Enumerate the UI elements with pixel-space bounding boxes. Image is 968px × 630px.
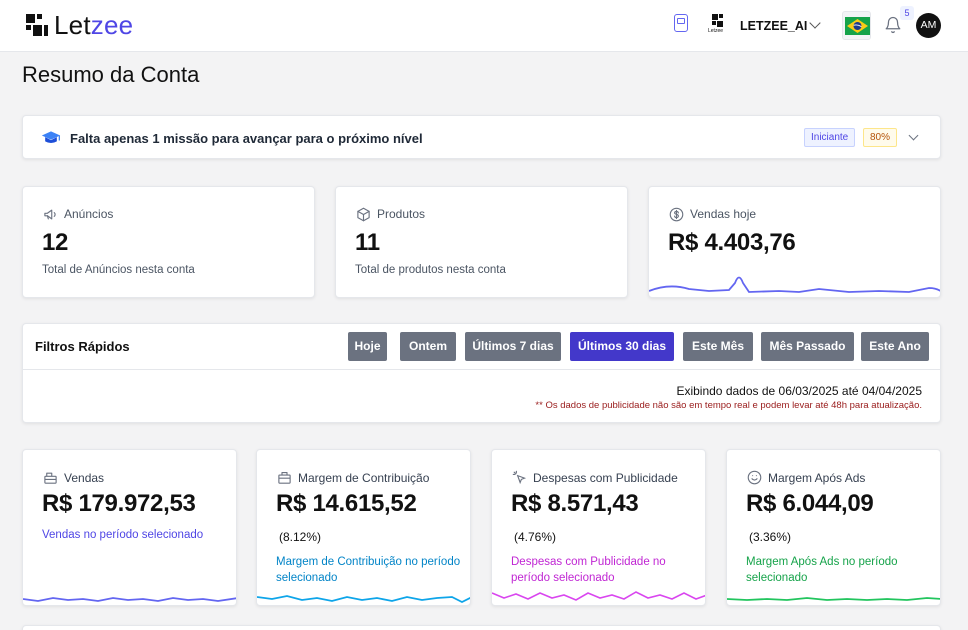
- stat-value: 12: [42, 229, 69, 256]
- chevron-down-icon[interactable]: [809, 17, 821, 29]
- stat-description: Total de produtos nesta conta: [355, 264, 506, 276]
- click-icon: [512, 470, 527, 485]
- metric-description: Margem de Contribuição no período seleci…: [276, 556, 461, 584]
- vendas-sparkline: [23, 597, 236, 602]
- stat-description: Total de Anúncios nesta conta: [42, 264, 195, 276]
- mission-progress-bar[interactable]: Falta apenas 1 missão para avançar para …: [22, 115, 941, 159]
- brand-logo[interactable]: Letzee: [26, 12, 133, 38]
- brand-name: Letzee: [54, 10, 134, 40]
- metric-label: Margem de Contribuição: [298, 471, 430, 485]
- quick-filters-panel: Filtros Rápidos Hoje Ontem Últimos 7 dia…: [22, 323, 941, 423]
- top-bar: Letzee Letzee LETZEE_AI 5 AM: [0, 0, 968, 52]
- metric-card-vendas: Vendas R$ 179.972,53 Vendas no período s…: [22, 449, 237, 606]
- stat-card-vendas-hoje: Vendas hoje R$ 4.403,76: [648, 186, 941, 298]
- next-section-card: [22, 625, 941, 630]
- metric-card-despesas-publicidade: Despesas com Publicidade R$ 8.571,43 (4.…: [491, 449, 706, 606]
- stat-card-produtos: Produtos 11 Total de produtos nesta cont…: [335, 186, 628, 298]
- mission-text: Falta apenas 1 missão para avançar para …: [70, 131, 423, 146]
- metric-label: Despesas com Publicidade: [533, 471, 678, 485]
- divider: [23, 369, 940, 370]
- smile-icon: [747, 470, 762, 485]
- stat-label: Produtos: [377, 207, 426, 221]
- margem-contribuicao-sparkline: [257, 595, 470, 604]
- metric-description: Margem Após Ads no período selecionado: [746, 556, 898, 584]
- document-icon[interactable]: [674, 14, 688, 32]
- language-selector[interactable]: [842, 11, 871, 40]
- stat-label: Vendas hoje: [690, 207, 757, 221]
- stat-label: Anúncios: [64, 207, 114, 221]
- filter-ontem-button[interactable]: Ontem: [400, 332, 456, 361]
- metric-percentage: (8.12%): [279, 530, 322, 544]
- metric-description: Vendas no período selecionado: [42, 529, 204, 541]
- metric-card-margem-contribuicao: Margem de Contribuição R$ 14.615,52 (8.1…: [256, 449, 471, 606]
- graduation-cap-icon: [41, 131, 61, 143]
- metric-value: R$ 6.044,09: [746, 490, 874, 517]
- brazil-flag-icon: [845, 17, 870, 35]
- quick-filters-title: Filtros Rápidos: [35, 339, 130, 354]
- level-badge: Iniciante: [804, 128, 856, 147]
- filter-30-days-button[interactable]: Últimos 30 dias: [570, 332, 674, 361]
- bell-icon[interactable]: [884, 16, 902, 34]
- margem-apos-ads-sparkline: [727, 597, 940, 601]
- cash-register-icon: [44, 472, 57, 484]
- metric-percentage: (3.36%): [749, 530, 792, 544]
- account-logo[interactable]: Letzee: [708, 14, 730, 36]
- stat-card-anuncios: Anúncios 12 Total de Anúncios nesta cont…: [22, 186, 315, 298]
- metric-label: Vendas: [64, 471, 105, 485]
- metric-card-margem-apos-ads: Margem Após Ads R$ 6.044,09 (3.36%) Marg…: [726, 449, 941, 606]
- ads-delay-note: ** Os dados de publicidade não são em te…: [535, 400, 922, 411]
- metric-label: Margem Após Ads: [768, 471, 866, 485]
- box-icon: [357, 207, 370, 222]
- despesas-publicidade-sparkline: [492, 591, 705, 601]
- progress-badge: 80%: [863, 128, 898, 147]
- filter-este-ano-button[interactable]: Este Ano: [861, 332, 929, 361]
- avatar[interactable]: AM: [916, 13, 941, 38]
- stat-value: 11: [355, 229, 380, 256]
- dollar-icon: [669, 207, 684, 222]
- account-name[interactable]: LETZEE_AI: [740, 19, 807, 33]
- megaphone-icon: [44, 209, 56, 220]
- metric-value: R$ 14.615,52: [276, 490, 417, 517]
- logo-mark-icon: [26, 14, 48, 36]
- metric-percentage: (4.76%): [514, 530, 557, 544]
- metric-value: R$ 179.972,53: [42, 490, 196, 517]
- metric-value: R$ 8.571,43: [511, 490, 639, 517]
- briefcase-icon: [278, 471, 291, 484]
- filter-hoje-button[interactable]: Hoje: [348, 332, 387, 361]
- chevron-down-icon[interactable]: [908, 130, 919, 141]
- account-logo-caption: Letzee: [708, 28, 724, 34]
- filter-7-days-button[interactable]: Últimos 7 dias: [465, 332, 561, 361]
- notification-count-badge: 5: [900, 6, 914, 20]
- stat-value: R$ 4.403,76: [668, 229, 796, 256]
- vendas-hoje-sparkline: [649, 276, 940, 293]
- page-title: Resumo da Conta: [22, 62, 200, 87]
- filter-este-mes-button[interactable]: Este Mês: [683, 332, 753, 361]
- filter-mes-passado-button[interactable]: Mês Passado: [761, 332, 854, 361]
- date-range-text: Exibindo dados de 06/03/2025 até 04/04/2…: [676, 384, 922, 398]
- metric-description: Despesas com Publicidade no período sele…: [511, 556, 666, 584]
